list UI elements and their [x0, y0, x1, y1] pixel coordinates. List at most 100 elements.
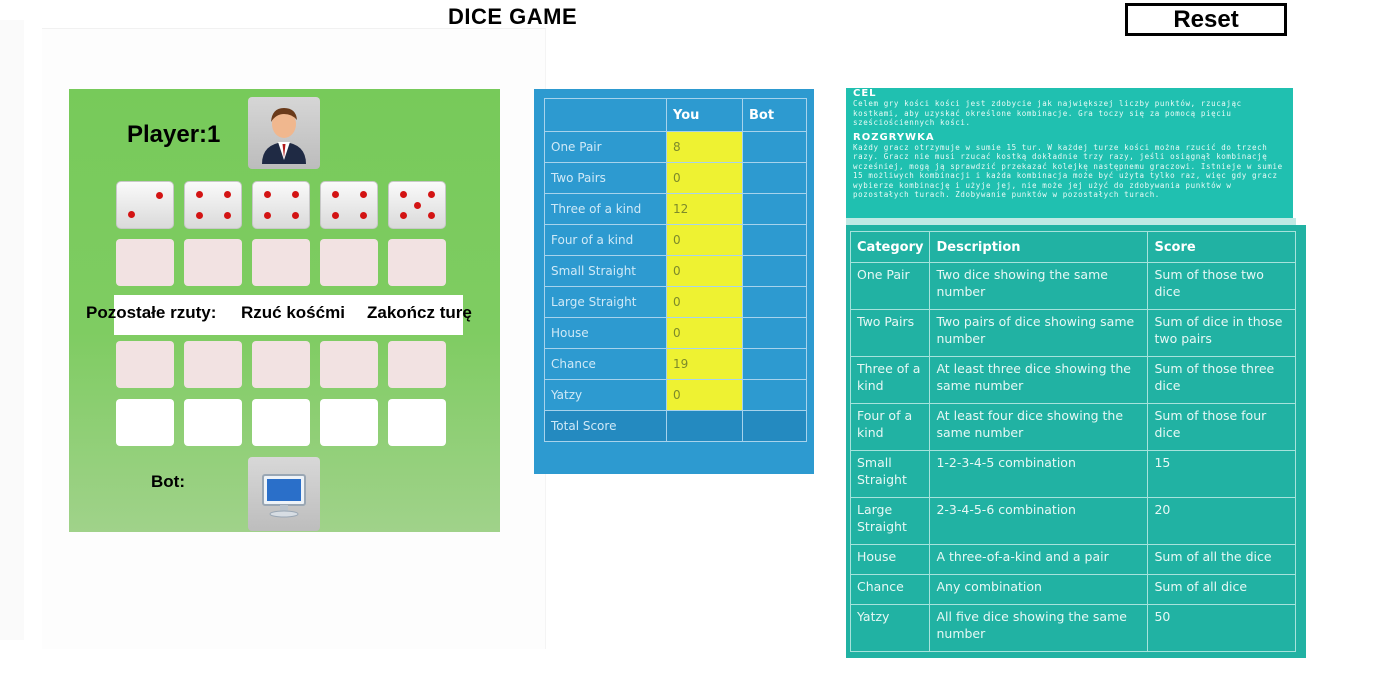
categories-panel: Category Description Score One Pair Two d… [846, 225, 1306, 658]
die-pip [155, 192, 163, 200]
rules-panel: CEL Celem gry kości kości jest zdobycie … [846, 88, 1293, 218]
end-turn-button[interactable]: Zakończ turę [367, 303, 472, 323]
die[interactable] [116, 181, 174, 229]
categories-table: Category Description Score One Pair Two d… [849, 231, 1297, 652]
category-score: 15 [1147, 450, 1297, 498]
score-you-cell[interactable]: 8 [666, 131, 743, 163]
die-pip [399, 211, 407, 219]
category-name: One Pair [849, 262, 931, 310]
dice-slot[interactable] [116, 239, 174, 286]
category-name: Three of a kind [849, 356, 931, 404]
game-board: Player:1 Pozostałe rzuty: Rzuć kośćmi Za… [69, 89, 500, 532]
score-you-cell[interactable]: 19 [666, 348, 743, 380]
dice-slot [252, 341, 310, 388]
score-you-cell[interactable]: 12 [666, 193, 743, 225]
score-row: Large Straight 0 [544, 286, 807, 318]
category-description: At least three dice showing the same num… [929, 356, 1149, 404]
dice-slot [184, 341, 242, 388]
score-bot-cell [742, 317, 807, 349]
score-bot-cell [742, 224, 807, 256]
dice-slot[interactable] [388, 239, 446, 286]
categories-header-category: Category [849, 231, 931, 263]
dice-slot [388, 399, 446, 446]
category-description: Any combination [929, 574, 1149, 605]
score-header-you: You [666, 98, 743, 132]
category-name: Large Straight [849, 497, 931, 545]
die-pip [195, 211, 203, 219]
score-header-category [544, 98, 667, 132]
roll-dice-button[interactable]: Rzuć kośćmi [241, 303, 345, 323]
page-title: DICE GAME [448, 4, 578, 29]
category-row: House A three-of-a-kind and a pair Sum of … [849, 544, 1297, 575]
goal-heading: CEL [853, 88, 877, 99]
score-row: Three of a kind 12 [544, 193, 807, 225]
score-you-cell[interactable]: 0 [666, 317, 743, 349]
category-name: Two Pairs [849, 309, 931, 357]
category-name: Four of a kind [849, 403, 931, 451]
category-row: One Pair Two dice showing the same number… [849, 262, 1297, 310]
score-you-cell[interactable]: 0 [666, 224, 743, 256]
category-description: All five dice showing the same number [929, 604, 1149, 652]
die-pip [223, 211, 231, 219]
die-pip [427, 211, 435, 219]
score-total-row: Total Score [544, 410, 807, 442]
category-description: Two pairs of dice showing same number [929, 309, 1149, 357]
categories-header-description: Description [929, 231, 1149, 263]
score-table: You Bot One Pair 8 Two Pairs 0 Three of a ki… [544, 98, 807, 442]
category-row: Small Straight 1-2-3-4-5 combination 15 [849, 450, 1297, 498]
category-name: Chance [849, 574, 931, 605]
score-row: Yatzy 0 [544, 379, 807, 411]
die[interactable] [388, 181, 446, 229]
die-pip [263, 191, 271, 199]
dice-slot [252, 399, 310, 446]
score-category: House [544, 317, 667, 349]
dice-slot [116, 399, 174, 446]
reset-button[interactable]: Reset [1125, 3, 1287, 36]
score-you-cell[interactable]: 0 [666, 286, 743, 318]
die-pip [223, 191, 231, 199]
category-row: Two Pairs Two pairs of dice showing same … [849, 309, 1297, 357]
score-row: House 0 [544, 317, 807, 349]
die-pip [359, 191, 367, 199]
category-description: At least four dice showing the same numb… [929, 403, 1149, 451]
category-row: Three of a kind At least three dice showi… [849, 356, 1297, 404]
computer-icon [262, 474, 306, 518]
die-pip [331, 191, 339, 199]
dice-slot [184, 399, 242, 446]
score-category: Yatzy [544, 379, 667, 411]
score-category: Four of a kind [544, 224, 667, 256]
score-panel: You Bot One Pair 8 Two Pairs 0 Three of a ki… [534, 89, 814, 474]
score-bot-cell [742, 162, 807, 194]
bot-dice-row [116, 399, 446, 449]
category-row: Large Straight 2-3-4-5-6 combination 20 [849, 497, 1297, 545]
category-description: 2-3-4-5-6 combination [929, 497, 1149, 545]
dice-slot[interactable] [184, 239, 242, 286]
category-row: Yatzy All five dice showing the same numb… [849, 604, 1297, 652]
turn-controls: Pozostałe rzuty: Rzuć kośćmi Zakończ tur… [86, 295, 472, 335]
score-you-cell[interactable]: 0 [666, 162, 743, 194]
dice-slot[interactable] [252, 239, 310, 286]
score-bot-cell [742, 255, 807, 287]
category-score: Sum of those two dice [1147, 262, 1297, 310]
score-row: Chance 19 [544, 348, 807, 380]
score-you-cell[interactable]: 0 [666, 379, 743, 411]
score-header-row: You Bot [544, 98, 807, 132]
bot-avatar [248, 457, 320, 531]
die[interactable] [184, 181, 242, 229]
remaining-rolls-label: Pozostałe rzuty: [86, 303, 217, 322]
category-description: Two dice showing the same number [929, 262, 1149, 310]
score-you-cell[interactable]: 0 [666, 255, 743, 287]
dice-slot[interactable] [320, 239, 378, 286]
score-bot-cell [742, 286, 807, 318]
die[interactable] [320, 181, 378, 229]
held-slots-row [116, 239, 446, 289]
categories-header-row: Category Description Score [849, 231, 1297, 263]
die[interactable] [252, 181, 310, 229]
bot-label: Bot: [151, 472, 185, 491]
score-category: Two Pairs [544, 162, 667, 194]
die-pip [195, 191, 203, 199]
score-category: Three of a kind [544, 193, 667, 225]
background-strip [0, 20, 24, 640]
score-category: One Pair [544, 131, 667, 163]
category-score: Sum of those four dice [1147, 403, 1297, 451]
